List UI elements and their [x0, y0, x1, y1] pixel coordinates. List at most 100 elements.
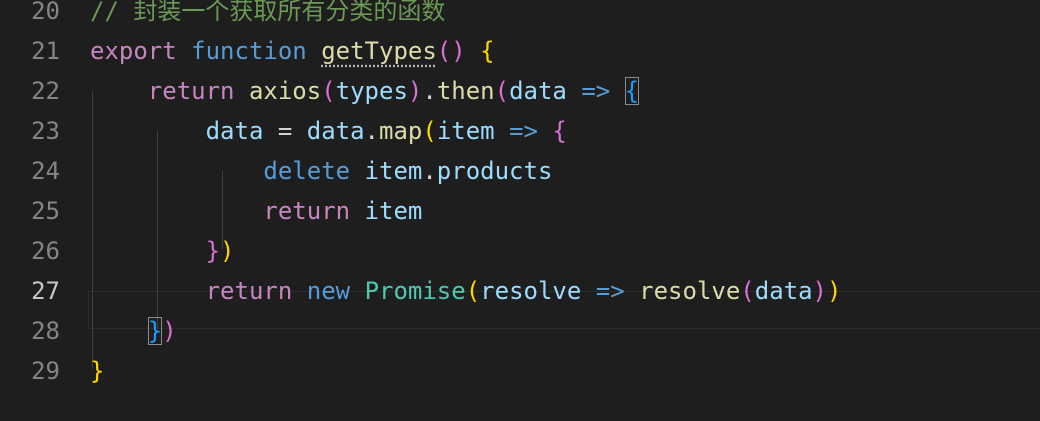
code-token: .: [422, 77, 437, 105]
code-line[interactable]: 29}: [0, 351, 1040, 391]
line-number: 25: [31, 197, 60, 225]
line-number: 29: [31, 357, 60, 385]
line-number: 23: [31, 117, 60, 145]
code-content[interactable]: }: [90, 351, 104, 391]
code-token: (: [494, 77, 510, 105]
code-token: ): [407, 77, 423, 105]
code-content[interactable]: data = data.map(item => {: [90, 111, 567, 151]
code-token: resolve: [480, 277, 582, 305]
code-token: ): [220, 237, 235, 265]
code-token: data: [306, 117, 365, 145]
code-line[interactable]: 24 delete item.products: [0, 151, 1040, 191]
code-line[interactable]: 20 // 封装一个获取所有分类的函数: [0, 0, 1040, 31]
code-token: item: [364, 157, 423, 185]
code-token: getTypes: [321, 37, 437, 65]
code-token: =>: [581, 77, 611, 105]
code-token: resolve: [639, 277, 741, 305]
line-number: 27: [31, 277, 60, 305]
code-content[interactable]: return item: [90, 191, 422, 231]
code-content[interactable]: }): [90, 231, 235, 271]
code-token: new: [306, 277, 351, 305]
code-token: export: [90, 37, 177, 65]
code-token: {: [480, 37, 495, 65]
code-token: =>: [509, 117, 538, 145]
code-token: then: [436, 77, 495, 105]
code-token: types: [335, 77, 408, 105]
line-number: 21: [31, 37, 60, 65]
code-line[interactable]: 26 }): [0, 231, 1040, 271]
code-token: ): [812, 277, 827, 305]
line-number: 28: [31, 317, 60, 345]
code-line[interactable]: 27 return new Promise(resolve => resolve…: [0, 271, 1040, 311]
code-token: }: [205, 237, 221, 265]
code-token: }: [90, 357, 105, 385]
code-token: data: [754, 277, 813, 305]
code-line[interactable]: 25 return item: [0, 191, 1040, 231]
line-number: 20: [31, 0, 60, 25]
code-content[interactable]: // 封装一个获取所有分类的函数: [90, 0, 445, 31]
code-token: ): [827, 277, 842, 305]
code-token: {: [552, 117, 567, 145]
code-content[interactable]: export function getTypes() {: [90, 31, 495, 71]
code-token: map: [379, 117, 423, 145]
code-token: function: [191, 37, 307, 65]
code-token: =>: [595, 277, 625, 305]
code-token: products: [436, 157, 553, 185]
code-token: (): [436, 37, 466, 65]
code-token: ): [162, 317, 177, 345]
code-content[interactable]: return new Promise(resolve => resolve(da…: [90, 271, 842, 311]
code-line[interactable]: 28 }): [0, 311, 1040, 351]
code-token: return: [205, 277, 293, 305]
code-token: delete: [263, 157, 351, 185]
code-token: =: [263, 117, 307, 145]
code-token: data: [509, 77, 567, 105]
code-token: }: [147, 317, 163, 345]
code-token: item: [436, 117, 495, 145]
code-token: (: [465, 277, 481, 305]
code-token: axios: [248, 77, 322, 105]
line-number: 22: [31, 77, 60, 105]
line-number: 24: [31, 157, 60, 185]
code-content[interactable]: return axios(types).then(data => {: [90, 71, 640, 111]
line-number: 26: [31, 237, 60, 265]
code-token: item: [364, 197, 423, 225]
code-token: (: [422, 117, 437, 145]
code-line[interactable]: 22 return axios(types).then(data => {: [0, 71, 1040, 111]
code-token: return: [147, 77, 235, 105]
code-token: .: [422, 157, 437, 185]
code-token: return: [263, 197, 351, 225]
code-line[interactable]: 21 export function getTypes() {: [0, 31, 1040, 71]
code-content[interactable]: }): [90, 311, 177, 351]
code-token: (: [321, 77, 336, 105]
code-content[interactable]: delete item.products: [90, 151, 552, 191]
code-token: Promise: [364, 277, 466, 305]
code-token: data: [205, 117, 264, 145]
code-token: // 封装一个获取所有分类的函数: [90, 0, 446, 25]
code-token: .: [364, 117, 379, 145]
code-token: {: [624, 77, 640, 105]
code-line[interactable]: 23 data = data.map(item => {: [0, 111, 1040, 151]
code-editor[interactable]: 20 // 封装一个获取所有分类的函数 21 export function getT…: [0, 0, 1040, 421]
code-token: (: [740, 277, 755, 305]
